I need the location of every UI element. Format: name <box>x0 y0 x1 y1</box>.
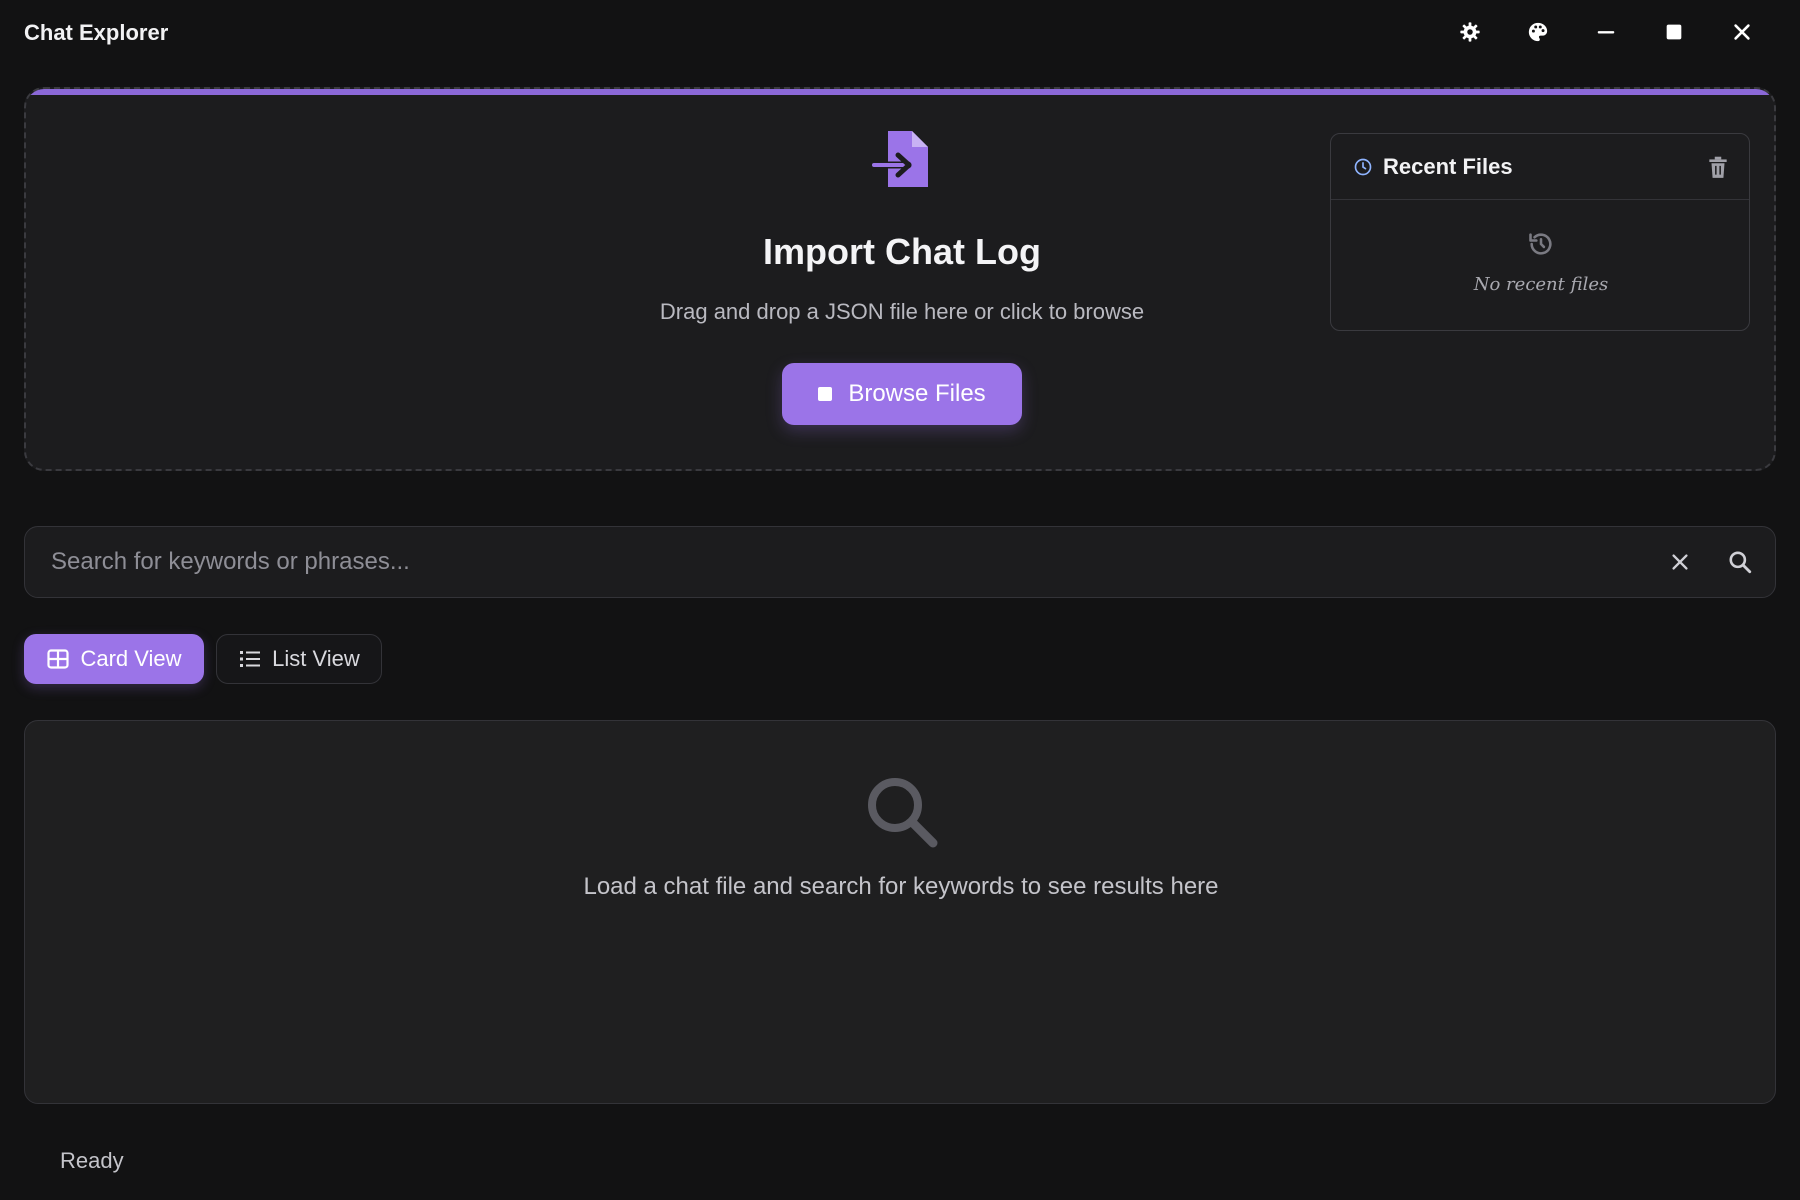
recent-files-title: Recent Files <box>1383 153 1513 179</box>
list-icon <box>240 651 261 667</box>
list-view-button[interactable]: List View <box>216 634 382 684</box>
minimize-button[interactable] <box>1588 14 1624 50</box>
list-view-label: List View <box>272 646 360 671</box>
browse-files-label: Browse Files <box>848 380 986 407</box>
title-bar: Chat Explorer <box>0 0 1800 64</box>
card-view-label: Card View <box>80 646 182 671</box>
settings-icon <box>1460 22 1480 42</box>
maximize-icon <box>1666 24 1682 40</box>
close-icon <box>1734 24 1750 40</box>
clear-search-icon[interactable] <box>1669 551 1691 573</box>
maximize-button[interactable] <box>1656 14 1692 50</box>
search-icon <box>868 778 938 848</box>
theme-button[interactable] <box>1520 14 1556 50</box>
stop-square-icon <box>818 387 833 401</box>
window-controls <box>1452 14 1760 50</box>
grid-icon <box>47 649 70 669</box>
history-icon <box>1529 233 1552 255</box>
recent-files-header: Recent Files <box>1331 134 1749 200</box>
clock-icon <box>1354 158 1372 175</box>
settings-button[interactable] <box>1452 14 1488 50</box>
no-recent-files-text: No recent files <box>1473 274 1609 295</box>
results-empty-text: Load a chat file and search for keywords… <box>583 873 1219 900</box>
palette-icon <box>1528 22 1548 42</box>
status-text: Ready <box>60 1148 124 1173</box>
search-bar <box>24 526 1776 598</box>
minimize-icon <box>1597 31 1615 34</box>
app-window: Chat Explorer Import Chat Log Drag and d… <box>0 0 1800 1200</box>
import-dropzone[interactable]: Import Chat Log Drag and drop a JSON fil… <box>24 87 1776 471</box>
trash-icon[interactable] <box>1705 154 1731 180</box>
search-input[interactable] <box>51 527 1631 597</box>
search-icon[interactable] <box>1727 549 1753 575</box>
file-import-icon <box>872 131 928 187</box>
app-title: Chat Explorer <box>24 20 169 45</box>
close-button[interactable] <box>1724 14 1760 50</box>
results-panel: Load a chat file and search for keywords… <box>24 720 1776 1104</box>
card-view-button[interactable]: Card View <box>24 634 204 684</box>
browse-files-button[interactable]: Browse Files <box>782 363 1022 425</box>
recent-files-panel: Recent Files No recent files <box>1330 133 1750 331</box>
